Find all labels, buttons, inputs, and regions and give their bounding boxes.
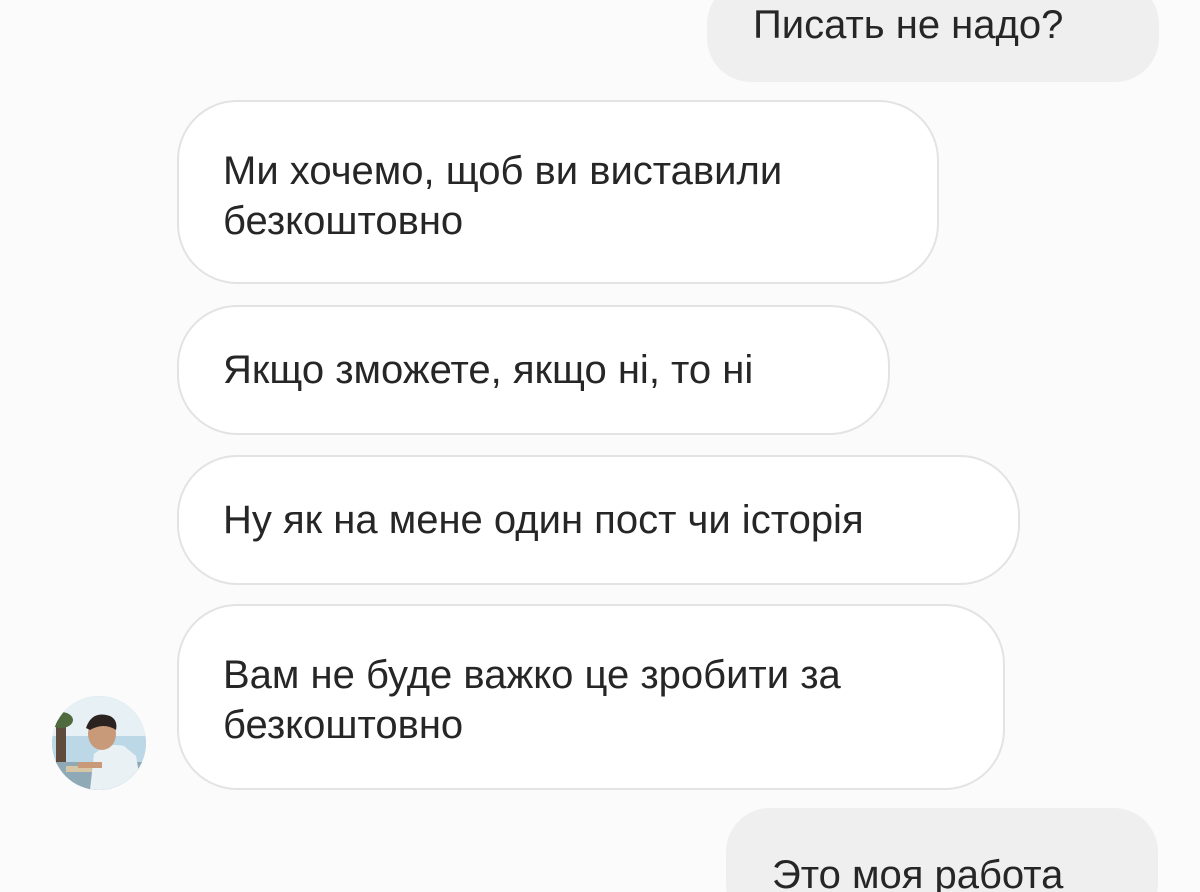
message-bubble-incoming[interactable]: Ми хочемо, щоб ви виставили безкоштовно (177, 100, 939, 284)
message-text: Это моя работа (772, 853, 1064, 892)
message-text: Ми хочемо, щоб ви виставили (223, 149, 783, 193)
sender-avatar[interactable] (52, 696, 146, 790)
message-bubble-incoming[interactable]: Ну як на мене один пост чи історія (177, 455, 1020, 585)
message-text: Якщо зможете, якщо ні, то ні (223, 348, 754, 392)
message-bubble-incoming[interactable]: Вам не буде важко це зробити за безкошто… (177, 604, 1005, 790)
message-text: Вам не буде важко це зробити за (223, 653, 841, 697)
message-bubble-outgoing[interactable]: Писать не надо? (707, 0, 1159, 82)
avatar-photo-icon (52, 696, 146, 790)
message-text: безкоштовно (223, 703, 464, 747)
chat-thread: Писать не надо? Ми хочемо, щоб ви вистав… (0, 0, 1200, 892)
message-bubble-incoming[interactable]: Якщо зможете, якщо ні, то ні (177, 305, 890, 435)
message-bubble-outgoing[interactable]: Это моя работа (726, 808, 1158, 892)
message-text: Писать не надо? (753, 3, 1064, 47)
message-text: Ну як на мене один пост чи історія (223, 498, 864, 542)
message-text: безкоштовно (223, 199, 464, 243)
